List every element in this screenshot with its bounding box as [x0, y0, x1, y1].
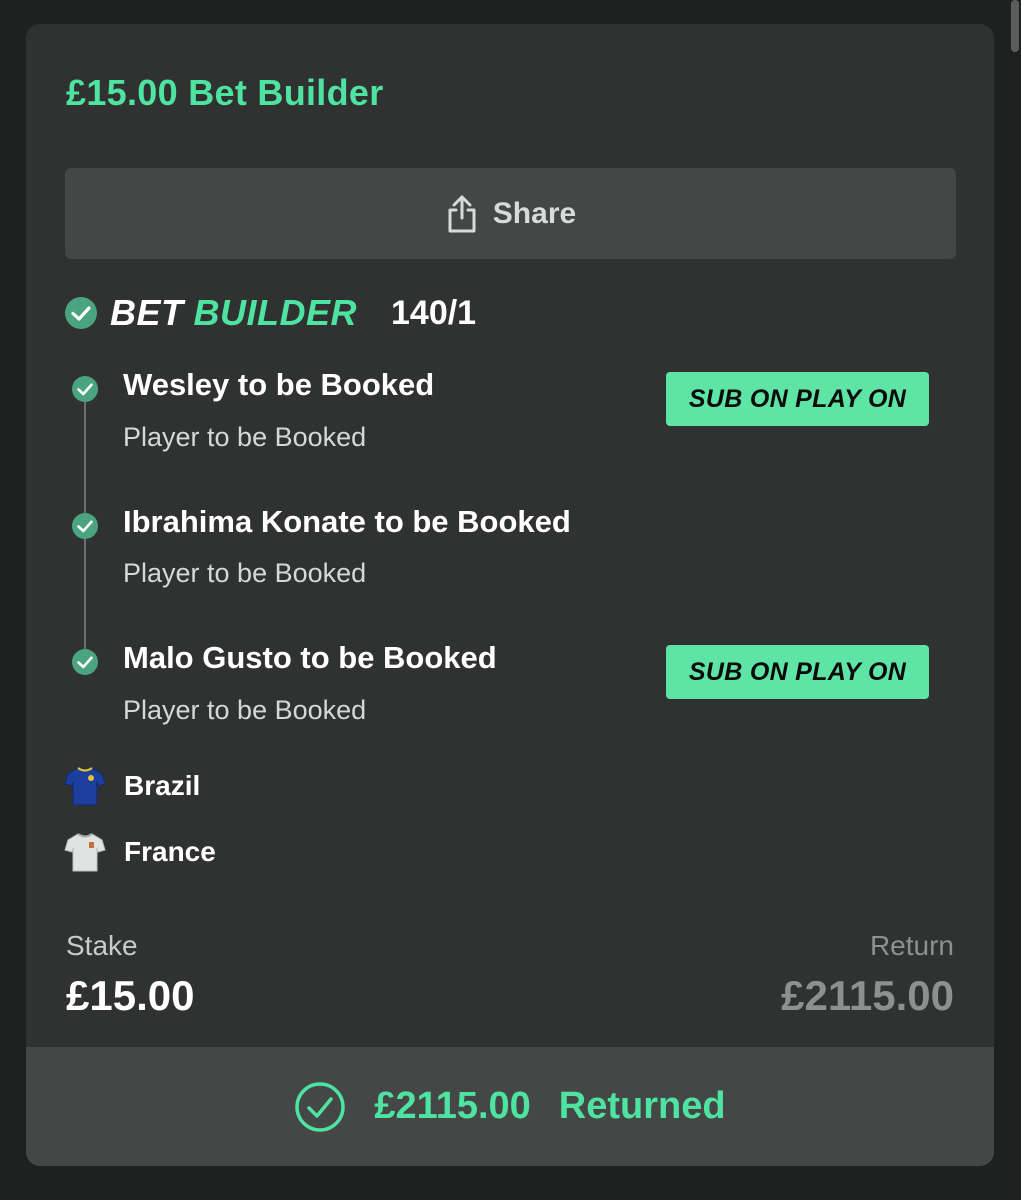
bet-title: £15.00 Bet Builder — [66, 72, 384, 113]
bet-builder-header: BET BUILDER 140/1 — [64, 292, 476, 334]
return-label: Return — [869, 930, 954, 961]
white-shirt-icon — [64, 833, 106, 872]
leg-1-market: Player to be Booked — [123, 422, 367, 452]
leg-3-sub-on-play-on-badge: SUB ON PLAY ON — [666, 645, 929, 699]
return-value: £2115.00 — [781, 972, 954, 1019]
returned-amount: £2115.00 — [374, 1085, 531, 1127]
blue-shirt-icon — [64, 767, 106, 806]
leg-2-check-icon — [72, 513, 98, 539]
leg-2-title: Ibrahima Konate to be Booked — [123, 504, 571, 539]
leg-3-check-icon — [72, 649, 98, 675]
stake-label: Stake — [66, 930, 138, 961]
stake-value: £15.00 — [66, 972, 195, 1019]
bet-odds: 140/1 — [391, 293, 477, 332]
share-icon — [448, 195, 476, 232]
leg-1-title: Wesley to be Booked — [123, 367, 435, 402]
leg-3-market: Player to be Booked — [123, 695, 367, 725]
returned-check-icon — [295, 1081, 346, 1132]
share-label: Share — [492, 196, 577, 230]
settled-check-icon — [65, 297, 97, 329]
leg-1-check-icon — [72, 376, 98, 402]
bet-card: £15.00 Bet Builder Share BET BUILDER 140… — [26, 24, 994, 1166]
team-away-name: France — [124, 836, 216, 867]
page-scrollbar[interactable] — [1011, 0, 1019, 52]
team-home: Brazil — [64, 765, 200, 807]
share-button[interactable]: Share — [65, 168, 956, 259]
bet-type-word-builder: BUILDER — [193, 292, 357, 333]
leg-2-market: Player to be Booked — [123, 558, 367, 588]
returned-status-bar: £2115.00 Returned — [26, 1047, 994, 1166]
leg-3-title: Malo Gusto to be Booked — [123, 640, 497, 675]
team-away: France — [64, 831, 216, 873]
leg-1-sub-on-play-on-badge: SUB ON PLAY ON — [666, 372, 929, 426]
returned-status-label: Returned — [558, 1085, 726, 1127]
bet-type-word-bet: BET — [110, 292, 184, 333]
team-home-name: Brazil — [124, 770, 201, 801]
